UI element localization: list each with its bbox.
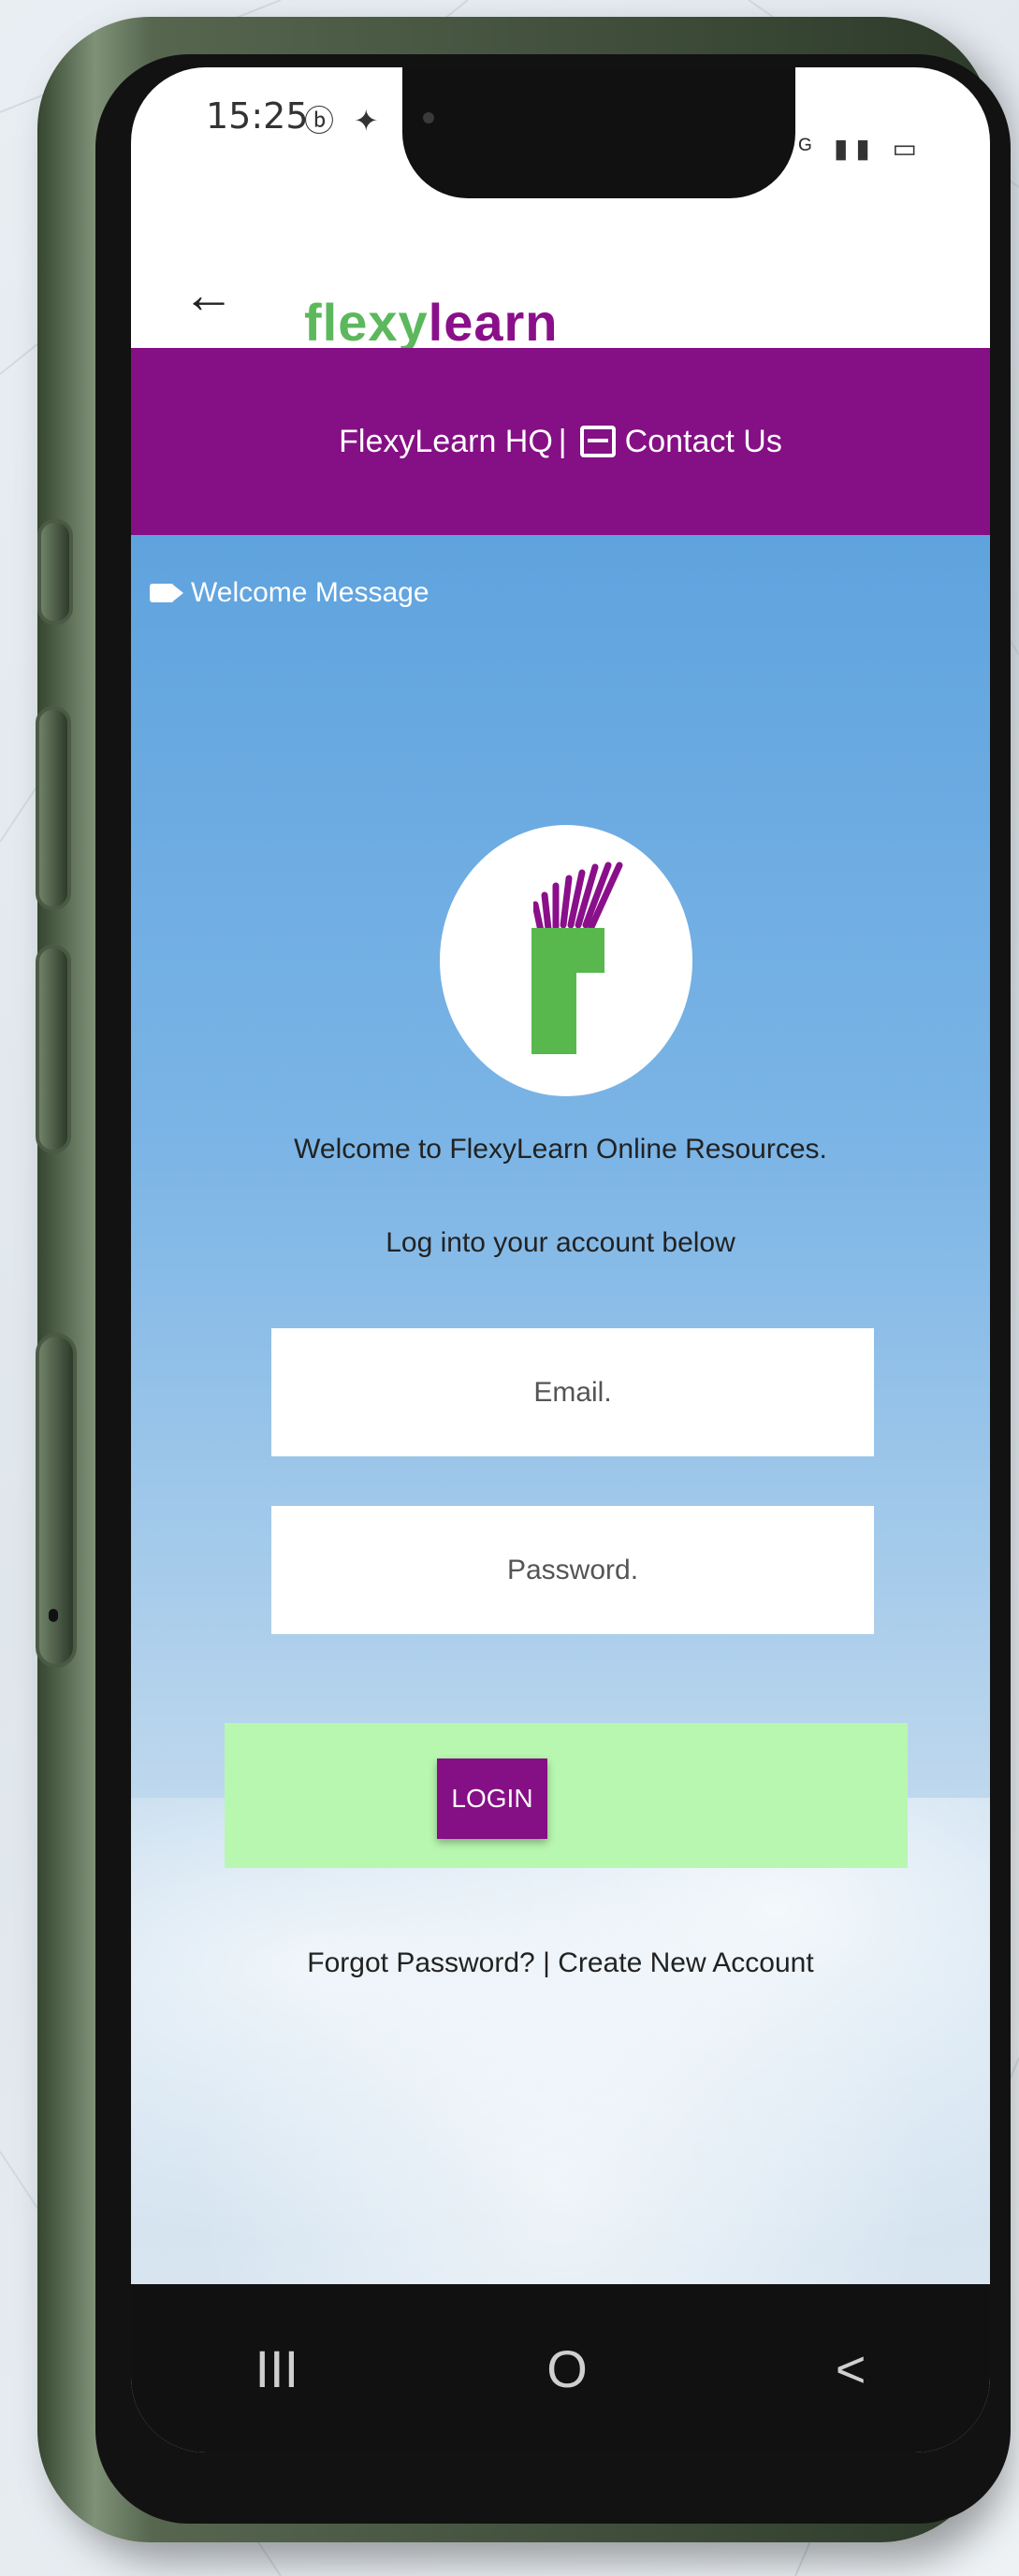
footer-links: Forgot Password? | Create New Account — [131, 1947, 990, 1979]
status-time: 15:25 — [206, 95, 309, 137]
home-icon[interactable]: O — [546, 2338, 588, 2399]
silent-switch — [37, 519, 73, 625]
camera-notch — [402, 67, 795, 198]
login-button-container — [225, 1723, 908, 1868]
header-separator: | — [558, 423, 567, 459]
recent-apps-icon[interactable]: III — [255, 2338, 299, 2399]
contact-us-link[interactable]: Contact Us — [625, 424, 782, 460]
brand-logo-text: flexylearn — [304, 292, 559, 353]
login-instruction: Log into your account below — [386, 1227, 735, 1258]
volume-down-button — [36, 945, 71, 1153]
password-field[interactable] — [271, 1506, 874, 1634]
nav-back-icon[interactable]: < — [836, 2338, 866, 2399]
clouds-decoration — [131, 1798, 990, 2359]
camera-dot — [423, 112, 434, 123]
header-links-bar: FlexyLearn HQ | Contact Us — [131, 348, 990, 535]
login-button[interactable]: LOGIN — [437, 1758, 547, 1839]
brand-right: learn — [428, 293, 559, 352]
back-arrow-icon[interactable]: ← — [182, 264, 235, 325]
mail-icon — [579, 426, 616, 457]
twitter-icon: ✦ — [353, 104, 385, 137]
volume-up-button — [36, 706, 71, 910]
app-header: ← flexylearn — [131, 217, 990, 367]
brand-left: flexy — [304, 293, 429, 352]
android-nav-bar: III O < — [131, 2284, 990, 2453]
forgot-password-link[interactable]: Forgot Password? — [307, 1947, 534, 1978]
welcome-message-link[interactable]: Welcome Message — [150, 577, 429, 609]
logo-f-stem — [531, 928, 576, 1054]
phone-screen: 15:25 ⓑ ✦ ⁘ ⏰ ¶ ⁴ᴳ ▮▮ ▭ ← flexylearn Fle… — [131, 67, 990, 2453]
create-account-link[interactable]: Create New Account — [558, 1947, 813, 1978]
sim-eject-hole — [49, 1609, 58, 1622]
app-logo — [440, 825, 692, 1096]
welcome-message-label: Welcome Message — [191, 577, 429, 608]
video-icon — [150, 584, 183, 602]
hq-link[interactable]: FlexyLearn HQ — [339, 424, 553, 460]
data-saver-icon: ⓑ — [304, 104, 341, 137]
welcome-heading: Welcome to FlexyLearn Online Resources. — [294, 1134, 827, 1165]
email-field[interactable] — [271, 1328, 874, 1456]
footer-separator: | — [543, 1947, 550, 1978]
